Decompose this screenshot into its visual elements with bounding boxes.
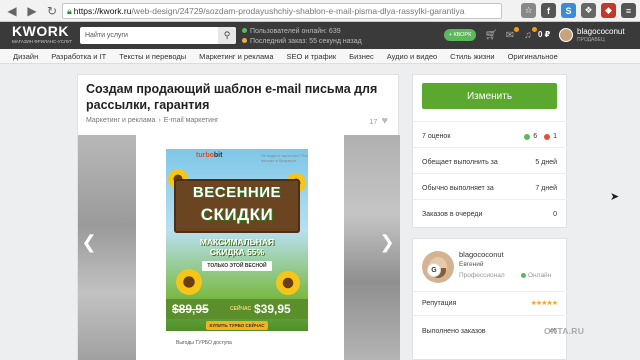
seller-name[interactable]: blagococonut (459, 250, 504, 259)
add-kwork-button[interactable]: + КВОРК (444, 29, 476, 41)
site-header: KWORK МАГАЗИН ФРИЛАНС-УСЛУГ Найти услуги… (0, 22, 640, 49)
extension-red-icon[interactable]: ◆ (601, 3, 616, 18)
category-texts[interactable]: Тексты и переводы (119, 52, 186, 61)
rating-row: Репутация ★★★★★ (422, 299, 558, 308)
bell-icon[interactable]: ♫ (521, 27, 537, 42)
like-counter[interactable]: 17 ♥ (369, 115, 388, 127)
back-icon[interactable]: ◀ (4, 3, 20, 19)
price-bar: $89,95 СЕЙЧАС $39,95 (166, 299, 308, 319)
usual-row: Обычно выполняет за 7 дней (422, 185, 557, 192)
chevron-left-icon[interactable]: ❮ (80, 231, 98, 253)
seller-real-name: Евгений (459, 261, 484, 268)
queue-row: Заказов в очереди 0 (422, 211, 557, 218)
flower-image (176, 269, 202, 295)
url-host: https://kwork.ru (73, 6, 132, 16)
mouse-cursor-icon: ➤ (610, 191, 620, 203)
turbobit-logo: turbobit (196, 152, 223, 159)
seller-panel: G blagococonut Евгений Профессионал Онла… (412, 238, 568, 360)
email-template-preview: turbobit Не видите картинки? Посмотрите … (166, 149, 308, 331)
done-orders-row: Выполнено заказов 46 (422, 328, 557, 335)
extension-f-icon[interactable]: f (541, 3, 556, 18)
order-panel: Изменить 7 оценок 6 1 Обещает выполнить … (412, 74, 568, 228)
users-online: Пользователей онлайн: 639 (250, 28, 341, 35)
url-path: /web-design/24729/sozdam-prodayushchiy-s… (131, 6, 465, 16)
search-input[interactable]: Найти услуги ⚲ (80, 27, 236, 44)
category-lifestyle[interactable]: Стиль жизни (450, 52, 494, 61)
forward-icon[interactable]: ▶ (24, 3, 40, 19)
category-original[interactable]: Оригинальное (508, 52, 558, 61)
star-icon[interactable]: ☆ (521, 3, 536, 18)
mail-icon[interactable]: ✉ (503, 27, 519, 42)
promise-row: Обещает выполнить за 5 дней (422, 159, 557, 166)
flower-image (276, 271, 300, 295)
breadcrumb: Маркетинг и реклама › E-mail маркетинг (86, 117, 219, 124)
gallery-slide: turbobit Не видите картинки? Посмотрите … (136, 135, 344, 360)
positive-icon (524, 133, 531, 140)
reload-icon[interactable]: ↻ (44, 3, 60, 19)
chevron-right-icon[interactable]: ❯ (378, 231, 396, 253)
site-stats: Пользователей онлайн: 639 Последний зака… (242, 27, 362, 47)
extension-s-icon[interactable]: S (561, 3, 576, 18)
extension-icon[interactable]: ❖ (581, 3, 596, 18)
avatar-badge: G (427, 263, 441, 277)
kwork-card: Создам продающий шаблон e-mail письма дл… (77, 74, 400, 360)
watermark: ONTA.RU (544, 326, 585, 336)
category-seo[interactable]: SEO и трафик (287, 52, 337, 61)
search-icon[interactable]: ⚲ (218, 27, 236, 44)
browser-toolbar: ◀ ▶ ↻ 🔒︎ https://kwork.ru /web-design/24… (0, 0, 640, 22)
breadcrumb-marketing[interactable]: Маркетинг и реклама (86, 117, 155, 124)
like-count: 17 (369, 116, 378, 126)
buy-now-button: КУПИТЬ ТУРБО СЕЙЧАС (206, 321, 268, 330)
seller-level: Профессионал (459, 272, 505, 279)
balance[interactable]: 0 ₽ (538, 30, 550, 39)
spring-ribbon: ТОЛЬКО ЭТОЙ ВЕСНОЙ (202, 261, 272, 271)
avatar[interactable] (559, 28, 573, 42)
user-menu[interactable]: blagococonut ПРОДАВЕЦ (577, 27, 625, 45)
image-gallery: turbobit Не видите картинки? Посмотрите … (78, 135, 400, 360)
edit-button[interactable]: Изменить (422, 83, 557, 109)
max-discount: МАКСИМАЛЬНАЯ СКИДКА 55% (199, 237, 275, 257)
reviews-row[interactable]: 7 оценок 6 1 (422, 133, 557, 140)
last-order: Последний заказ: 55 секунд назад (250, 38, 362, 45)
category-business[interactable]: Бизнес (349, 52, 374, 61)
category-marketing[interactable]: Маркетинг и реклама (199, 52, 273, 61)
lock-icon: 🔒︎ (67, 5, 72, 16)
breadcrumb-email[interactable]: E-mail маркетинг (164, 117, 219, 124)
rating-stars-icon: ★★★★★ (530, 300, 558, 307)
kwork-logo[interactable]: KWORK МАГАЗИН ФРИЛАНС-УСЛУГ (12, 24, 72, 45)
cart-icon[interactable]: 🛒︎ (484, 28, 498, 42)
address-bar[interactable]: 🔒︎ https://kwork.ru /web-design/24729/so… (62, 3, 502, 19)
category-design[interactable]: Дизайн (13, 52, 38, 61)
heart-icon[interactable]: ♥ (381, 115, 388, 127)
category-nav: Дизайн Разработка и IT Тексты и переводы… (0, 49, 640, 64)
sale-board: ВЕСЕННИЕ СКИДКИ (174, 179, 300, 233)
category-dev[interactable]: Разработка и IT (51, 52, 106, 61)
negative-icon (544, 133, 551, 140)
online-status: Онлайн (521, 272, 551, 279)
category-audio-video[interactable]: Аудио и видео (387, 52, 437, 61)
page-title: Создам продающий шаблон e-mail письма дл… (86, 82, 378, 112)
menu-icon[interactable]: ≡ (621, 3, 636, 18)
